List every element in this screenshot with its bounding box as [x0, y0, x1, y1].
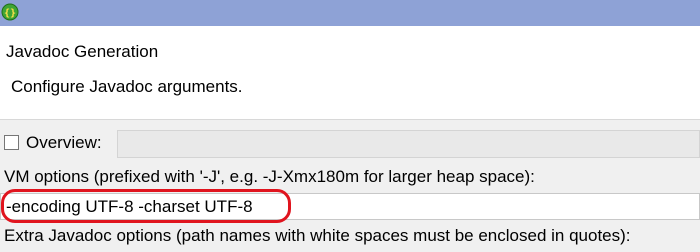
vm-options-label: VM options (prefixed with '-J', e.g. -J-… [4, 167, 535, 186]
window-titlebar: {} [0, 0, 700, 26]
wizard-title: Javadoc Generation [6, 42, 159, 61]
wizard-header: Javadoc Generation Configure Javadoc arg… [0, 26, 700, 120]
overview-path-field [117, 130, 700, 158]
overview-checkbox[interactable] [4, 135, 19, 150]
overview-row: Overview: [0, 130, 700, 160]
extra-javadoc-options-label: Extra Javadoc options (path names with w… [4, 226, 631, 245]
wizard-description: Configure Javadoc arguments. [11, 77, 243, 96]
svg-text:{}: {} [4, 8, 16, 19]
vm-options-input[interactable] [0, 193, 700, 220]
javadoc-braces-icon: {} [1, 3, 19, 21]
overview-label: Overview: [26, 133, 102, 152]
